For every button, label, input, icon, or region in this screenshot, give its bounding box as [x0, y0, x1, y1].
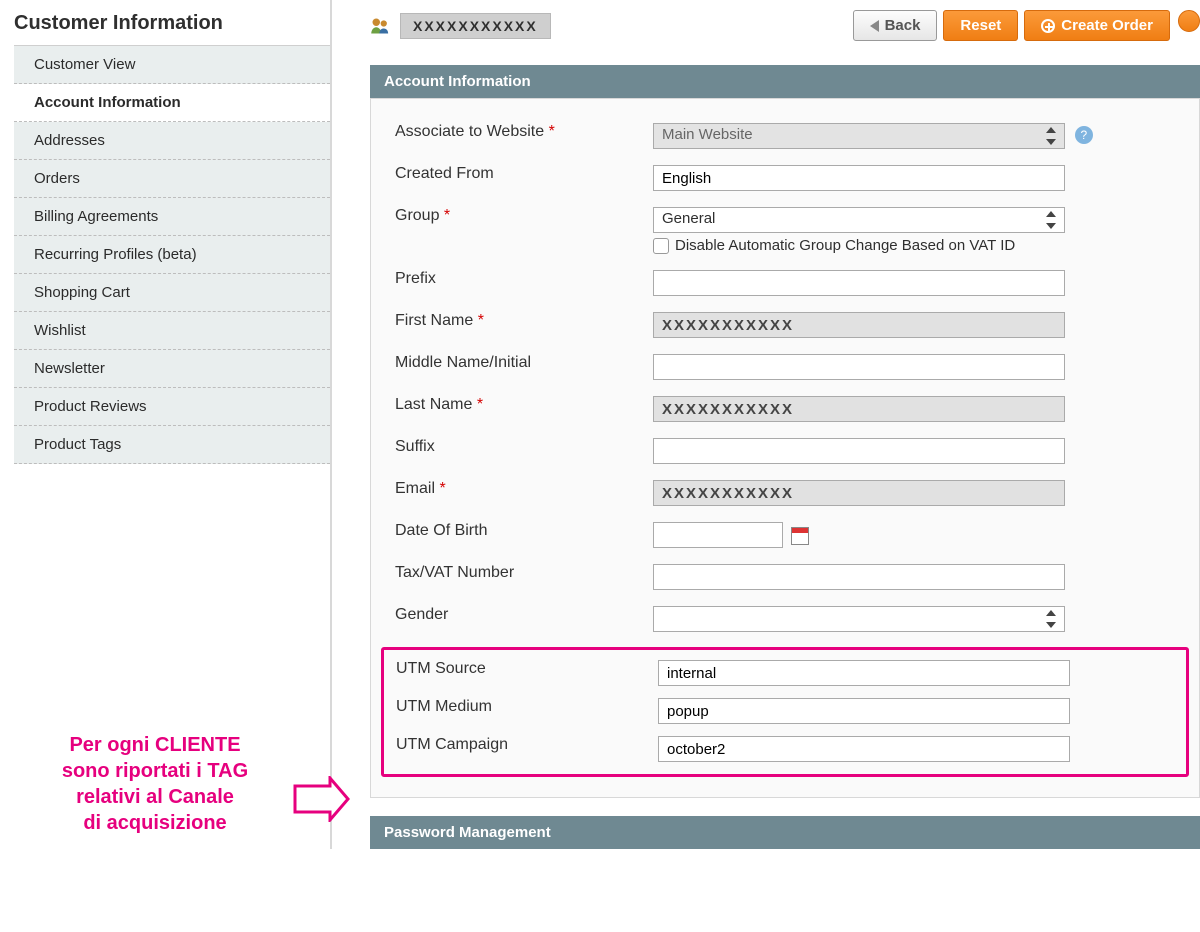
dob-label: Date Of Birth — [381, 522, 653, 540]
utm-medium-label: UTM Medium — [386, 698, 658, 716]
calendar-icon[interactable] — [791, 527, 809, 545]
callout-line: sono riportati i TAG — [0, 758, 310, 784]
utm-highlight-box: UTM Source UTM Medium UTM Campaign — [381, 647, 1189, 777]
customer-icon — [370, 16, 390, 36]
first-name-input[interactable] — [653, 312, 1065, 338]
chevron-updown-icon — [1044, 211, 1058, 229]
top-bar: XXXXXXXXXXX Back Reset Create Order — [370, 10, 1200, 41]
prefix-label: Prefix — [381, 270, 653, 288]
back-button[interactable]: Back — [853, 10, 938, 41]
prefix-input[interactable] — [653, 270, 1065, 296]
sidebar-item[interactable]: Product Tags — [14, 426, 330, 464]
last-name-input[interactable] — [653, 396, 1065, 422]
website-select[interactable]: Main Website — [653, 123, 1065, 149]
back-arrow-icon — [870, 20, 879, 32]
created-from-input[interactable] — [653, 165, 1065, 191]
sidebar-item[interactable]: Billing Agreements — [14, 198, 330, 236]
back-button-label: Back — [885, 17, 921, 34]
suffix-input[interactable] — [653, 438, 1065, 464]
reset-button[interactable]: Reset — [943, 10, 1018, 41]
suffix-label: Suffix — [381, 438, 653, 456]
gender-select[interactable] — [653, 606, 1065, 632]
panel-title: Account Information — [370, 65, 1200, 98]
annotation-callout: Per ogni CLIENTE sono riportati i TAG re… — [0, 732, 310, 836]
create-order-button[interactable]: Create Order — [1024, 10, 1170, 41]
email-label: Email * — [381, 480, 653, 498]
utm-medium-input[interactable] — [658, 698, 1070, 724]
utm-campaign-label: UTM Campaign — [386, 736, 658, 754]
plus-icon — [1041, 19, 1055, 33]
sidebar-item[interactable]: Newsletter — [14, 350, 330, 388]
customer-name-badge: XXXXXXXXXXX — [400, 13, 551, 39]
sidebar-item[interactable]: Shopping Cart — [14, 274, 330, 312]
middle-name-label: Middle Name/Initial — [381, 354, 653, 372]
tax-vat-input[interactable] — [653, 564, 1065, 590]
utm-source-input[interactable] — [658, 660, 1070, 686]
email-input[interactable] — [653, 480, 1065, 506]
first-name-label: First Name * — [381, 312, 653, 330]
chevron-updown-icon — [1044, 610, 1058, 628]
sidebar-item[interactable]: Orders — [14, 160, 330, 198]
sidebar-item[interactable]: Recurring Profiles (beta) — [14, 236, 330, 274]
callout-line: di acquisizione — [0, 810, 310, 836]
group-label: Group * — [381, 207, 653, 225]
sidebar-item[interactable]: Customer View — [14, 45, 330, 84]
sidebar-list: Customer ViewAccount InformationAddresse… — [14, 45, 330, 464]
callout-line: relativi al Canale — [0, 784, 310, 810]
callout-line: Per ogni CLIENTE — [0, 732, 310, 758]
last-name-label: Last Name * — [381, 396, 653, 414]
disable-auto-group-checkbox[interactable] — [653, 238, 669, 254]
middle-name-input[interactable] — [653, 354, 1065, 380]
main-content: XXXXXXXXXXX Back Reset Create Order Acco… — [332, 0, 1200, 849]
website-label: Associate to Website * — [381, 123, 653, 141]
account-info-panel: Associate to Website * Main Website ? Cr… — [370, 98, 1200, 798]
create-order-label: Create Order — [1061, 17, 1153, 34]
help-icon[interactable]: ? — [1075, 126, 1093, 144]
utm-campaign-input[interactable] — [658, 736, 1070, 762]
password-panel-title: Password Management — [370, 816, 1200, 849]
disable-auto-group-label: Disable Automatic Group Change Based on … — [675, 237, 1015, 254]
close-icon[interactable] — [1178, 10, 1200, 32]
created-from-label: Created From — [381, 165, 653, 183]
callout-arrow-icon — [290, 776, 350, 825]
dob-input[interactable] — [653, 522, 783, 548]
utm-source-label: UTM Source — [386, 660, 658, 678]
action-buttons: Back Reset Create Order — [853, 10, 1200, 41]
sidebar-item[interactable]: Wishlist — [14, 312, 330, 350]
reset-button-label: Reset — [960, 17, 1001, 34]
sidebar-title: Customer Information — [14, 12, 330, 35]
chevron-updown-icon — [1044, 127, 1058, 145]
group-select[interactable]: General — [653, 207, 1065, 233]
tax-vat-label: Tax/VAT Number — [381, 564, 653, 582]
sidebar: Customer Information Customer ViewAccoun… — [0, 0, 332, 849]
sidebar-item[interactable]: Account Information — [14, 84, 330, 122]
sidebar-item[interactable]: Product Reviews — [14, 388, 330, 426]
sidebar-item[interactable]: Addresses — [14, 122, 330, 160]
gender-label: Gender — [381, 606, 653, 624]
